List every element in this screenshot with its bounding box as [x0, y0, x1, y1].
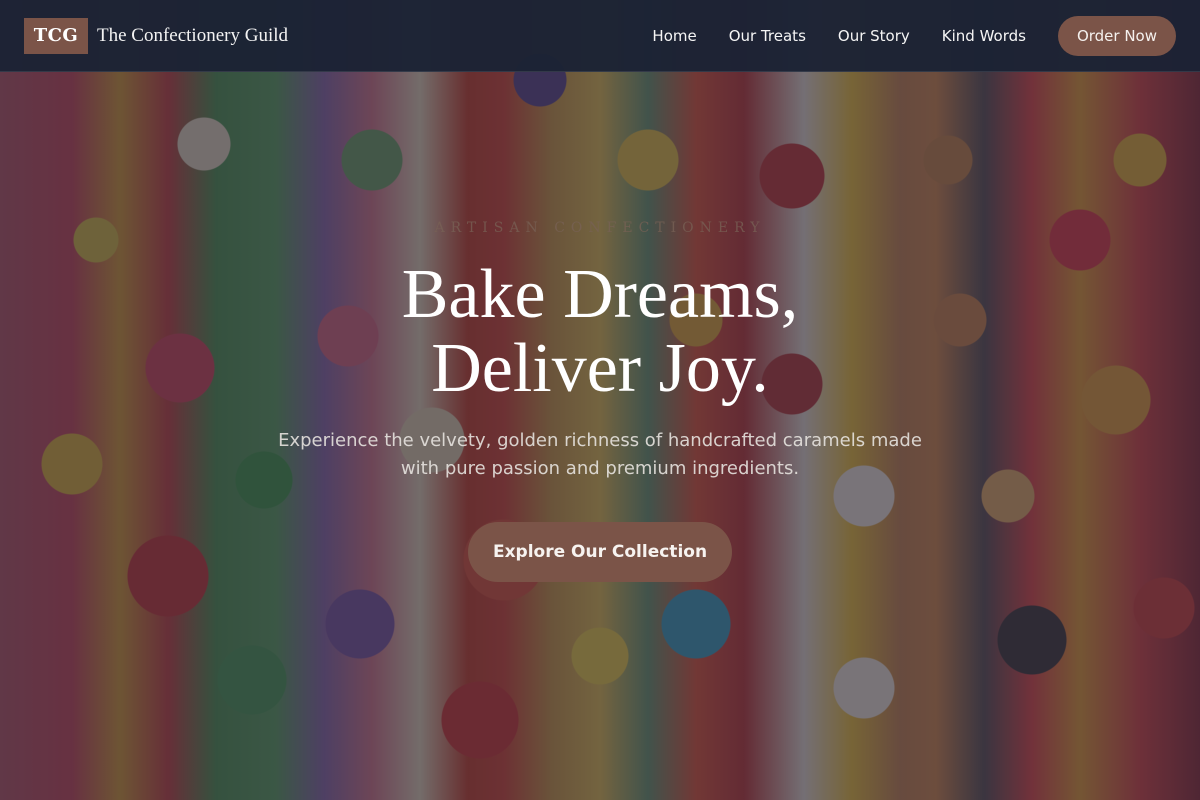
- explore-collection-button[interactable]: Explore Our Collection: [468, 522, 732, 582]
- brand-home-link[interactable]: TCG The Confectionery Guild: [24, 17, 289, 54]
- brand-logo: TCG: [24, 17, 88, 54]
- hero-subtext: Experience the velvety, golden richness …: [278, 430, 922, 479]
- brand-name: The Confectionery Guild: [97, 24, 289, 46]
- hero-content: ARTISAN CONFECTIONERY Bake Dreams, Deliv…: [0, 72, 1200, 800]
- navbar: TCG The Confectionery Guild Home Our Tre…: [0, 0, 1200, 72]
- nav-link-kind-words[interactable]: Kind Words: [942, 27, 1026, 45]
- nav-links: Home Our Treats Our Story Kind Words Ord…: [652, 15, 1176, 56]
- hero-headline-line-1: Bake Dreams,: [401, 256, 799, 333]
- order-now-button[interactable]: Order Now: [1057, 15, 1176, 56]
- hero-headline-line-2: Deliver Joy.: [431, 330, 769, 407]
- nav-link-our-story[interactable]: Our Story: [838, 27, 910, 45]
- hero-eyebrow: ARTISAN CONFECTIONERY: [434, 220, 766, 236]
- hero-headline: Bake Dreams, Deliver Joy.: [0, 258, 1200, 406]
- nav-link-our-treats[interactable]: Our Treats: [729, 27, 806, 45]
- nav-link-home[interactable]: Home: [652, 27, 696, 45]
